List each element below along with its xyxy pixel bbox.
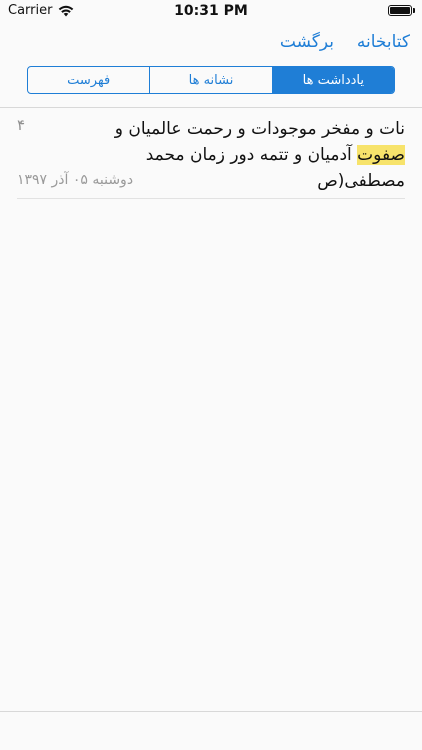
library-button[interactable]: کتابخانه — [357, 32, 410, 52]
status-time: 10:31 PM — [174, 3, 248, 19]
note-divider — [17, 198, 405, 199]
note-text-before-highlight: نات و مفخر موجودات و رحمت عالمیان و — [114, 119, 405, 139]
navigation-bar: کتابخانه برگشت — [0, 28, 422, 58]
tab-notes[interactable]: یادداشت ها — [271, 67, 394, 93]
highlighted-text: صفوت — [357, 145, 405, 165]
back-button[interactable]: برگشت — [280, 32, 334, 52]
battery-icon — [388, 5, 412, 16]
bottom-toolbar — [0, 711, 422, 750]
status-bar: Carrier 10:31 PM — [0, 0, 422, 22]
tab-bookmarks[interactable]: نشانه ها — [149, 67, 271, 93]
battery-level — [390, 7, 410, 14]
battery-tip-icon — [413, 8, 415, 13]
note-page-number: ۴ — [17, 116, 26, 134]
note-date: دوشنبه ۰۵ آذر ۱۳۹۷ — [17, 172, 134, 188]
view-tabs: فهرست نشانه ها یادداشت ها — [27, 66, 395, 94]
tab-contents[interactable]: فهرست — [28, 67, 149, 93]
note-list-item[interactable]: ۴ نات و مفخر موجودات و رحمت عالمیان و صف… — [17, 116, 405, 200]
nav-divider — [0, 107, 422, 108]
